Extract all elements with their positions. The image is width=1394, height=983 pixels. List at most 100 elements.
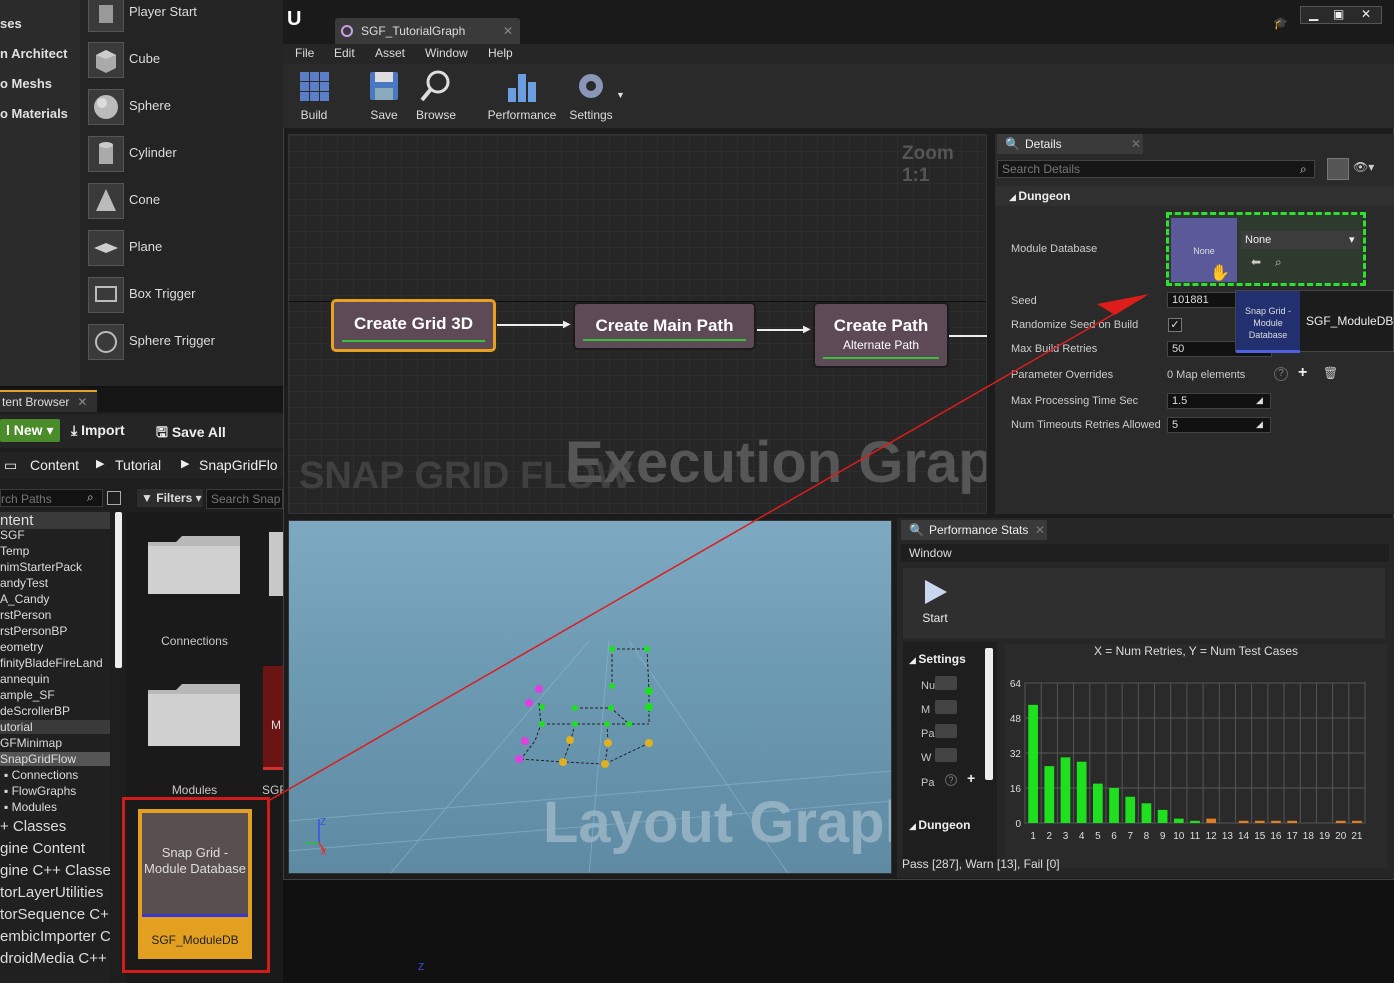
chevron-down-icon[interactable]: ▼ <box>616 90 625 100</box>
place-item-box-trigger[interactable]: Box Trigger <box>86 273 282 317</box>
learn-icon[interactable]: 🎓 <box>1273 16 1288 30</box>
details-tab[interactable]: 🔍 Details ✕ <box>997 134 1143 154</box>
browse-button[interactable]: Browse <box>413 68 459 122</box>
tree-item[interactable]: gine Content <box>0 840 85 857</box>
tree-item[interactable]: embicImporter C <box>0 928 110 945</box>
performance-button[interactable]: Performance <box>486 68 558 122</box>
settings-button[interactable]: Settings <box>567 68 615 122</box>
help-icon[interactable]: ? <box>1274 367 1288 381</box>
tree-item[interactable]: deScrollerBP <box>0 704 70 718</box>
spin-icon[interactable] <box>935 700 957 714</box>
randomize-seed-checkbox[interactable]: ✓ <box>1168 318 1182 332</box>
graph-node[interactable]: Create Path Alternate Path <box>813 302 949 368</box>
mode-category[interactable]: ses <box>0 16 80 31</box>
close-icon[interactable]: ✕ <box>1361 7 1371 21</box>
folder-icon[interactable] <box>269 532 283 596</box>
tree-item[interactable]: torSequence C+ <box>0 906 109 923</box>
place-item-plane[interactable]: Plane <box>86 226 282 270</box>
add-icon[interactable]: + <box>1298 364 1307 382</box>
folder-icon[interactable] <box>146 680 242 748</box>
mode-category[interactable]: o Meshs <box>0 76 80 91</box>
place-item-sphere-trigger[interactable]: Sphere Trigger <box>86 320 282 364</box>
tree-item[interactable]: + Classes <box>0 818 66 835</box>
view-options-icon[interactable] <box>1327 158 1349 180</box>
spin-icon[interactable] <box>935 748 957 762</box>
menu-edit[interactable]: Edit <box>334 46 355 60</box>
place-item-player-start[interactable]: Player Start <box>86 0 282 36</box>
tree-item[interactable]: annequin <box>0 672 49 686</box>
breadcrumb-item[interactable]: SnapGridFlo <box>199 457 278 473</box>
tree-item[interactable]: SnapGridFlow <box>0 752 110 766</box>
add-new-button[interactable]: l New ▾ <box>0 419 60 442</box>
maximize-icon[interactable]: ▣ <box>1333 7 1344 21</box>
graph-node[interactable]: Create Main Path <box>573 302 756 350</box>
search-assets-input[interactable]: Search Snap <box>206 489 283 509</box>
add-icon[interactable]: + <box>967 770 975 786</box>
close-icon[interactable]: ✕ <box>1131 134 1141 154</box>
tree-item[interactable]: eometry <box>0 640 43 654</box>
asset-thumbnail[interactable]: M <box>263 666 283 770</box>
place-item-sphere[interactable]: Sphere <box>86 85 282 129</box>
build-button[interactable]: Build <box>293 68 335 122</box>
filters-button[interactable]: ▼ Filters ▾ <box>137 489 203 507</box>
close-icon[interactable]: ✕ <box>503 18 513 44</box>
tree-item[interactable]: ▪ FlowGraphs <box>4 784 76 798</box>
tree-item[interactable]: ample_SF <box>0 688 55 702</box>
import-button[interactable]: ⤓ Import <box>71 422 125 439</box>
mode-category[interactable]: o Materials <box>0 106 80 121</box>
tree-item[interactable]: ▪ Modules <box>4 800 57 814</box>
save-button[interactable]: Save <box>364 68 404 122</box>
menu-window[interactable]: Window <box>425 46 468 60</box>
tree-scrollbar[interactable] <box>115 512 122 668</box>
tree-item[interactable]: gine C++ Classe <box>0 862 110 879</box>
content-browser-tab[interactable]: tent Browser ✕ <box>0 390 97 412</box>
view-options-icon[interactable] <box>107 491 121 505</box>
tree-item[interactable]: ntent <box>0 512 110 529</box>
settings-scrollbar[interactable] <box>985 648 993 780</box>
tree-item[interactable]: rstPersonBP <box>0 624 67 638</box>
spin-icon[interactable] <box>935 676 957 690</box>
tree-item[interactable]: nimStarterPack <box>0 560 82 574</box>
dungeon-section-header[interactable]: ◢ Dungeon <box>909 818 970 832</box>
window-menu[interactable]: Window <box>901 544 1389 562</box>
spin-icon[interactable]: ◢ <box>1256 395 1263 406</box>
tree-item[interactable]: ▪ Connections <box>4 768 78 782</box>
breadcrumb-item[interactable]: Tutorial <box>115 457 161 473</box>
trash-icon[interactable]: 🗑 <box>1323 366 1338 380</box>
tree-item[interactable]: droidMedia C++ <box>0 950 107 967</box>
tree-item[interactable]: andyTest <box>0 576 48 590</box>
tree-item[interactable]: finityBladeFireLand <box>0 656 103 670</box>
section-header[interactable]: ◢ Dungeon <box>995 186 1394 206</box>
tree-item[interactable]: GFMinimap <box>0 736 62 750</box>
search-paths-input[interactable]: rch Paths ⌕ <box>0 489 103 507</box>
performance-tab[interactable]: 🔍 Performance Stats ✕ <box>901 520 1047 540</box>
close-icon[interactable]: ✕ <box>1035 520 1045 540</box>
breadcrumb-item[interactable]: Content <box>30 457 79 473</box>
tree-item[interactable]: A_Candy <box>0 592 49 606</box>
menu-help[interactable]: Help <box>488 46 513 60</box>
spin-icon[interactable] <box>935 724 957 738</box>
module-database-field[interactable]: None None ▾ ⬅ ⌕ <box>1166 212 1366 286</box>
close-icon[interactable]: ✕ <box>77 395 87 409</box>
graph-node[interactable]: Create Grid 3D <box>331 299 496 352</box>
menu-asset[interactable]: Asset <box>375 46 405 60</box>
settings-section-header[interactable]: ◢ Settings <box>909 652 966 666</box>
tree-item[interactable]: Temp <box>0 544 29 558</box>
spin-icon[interactable]: ◢ <box>1256 419 1263 430</box>
place-item-cube[interactable]: Cube <box>86 38 282 82</box>
minimize-icon[interactable]: ▁ <box>1309 7 1318 21</box>
save-all-button[interactable]: 🖫 Save All <box>156 422 226 446</box>
folder-icon[interactable] <box>146 532 242 596</box>
mode-category[interactable]: n Architect <box>0 46 80 61</box>
search-icon[interactable]: ⌕ <box>1275 255 1282 270</box>
start-button[interactable]: Start <box>917 578 953 625</box>
layout-graph-viewport[interactable]: Z X Layout Graph <box>288 520 892 874</box>
help-icon[interactable]: ? <box>945 774 957 786</box>
document-tab[interactable]: SGF_TutorialGraph ✕ <box>335 18 520 44</box>
place-item-cylinder[interactable]: Cylinder <box>86 132 282 176</box>
eye-icon[interactable]: 👁▾ <box>1353 160 1374 174</box>
tree-item[interactable]: SGF <box>0 528 25 542</box>
use-selected-icon[interactable]: ⬅ <box>1251 255 1261 269</box>
asset-dropdown[interactable]: None ▾ <box>1241 231 1361 249</box>
search-details-input[interactable]: Search Details ⌕ <box>997 160 1315 178</box>
